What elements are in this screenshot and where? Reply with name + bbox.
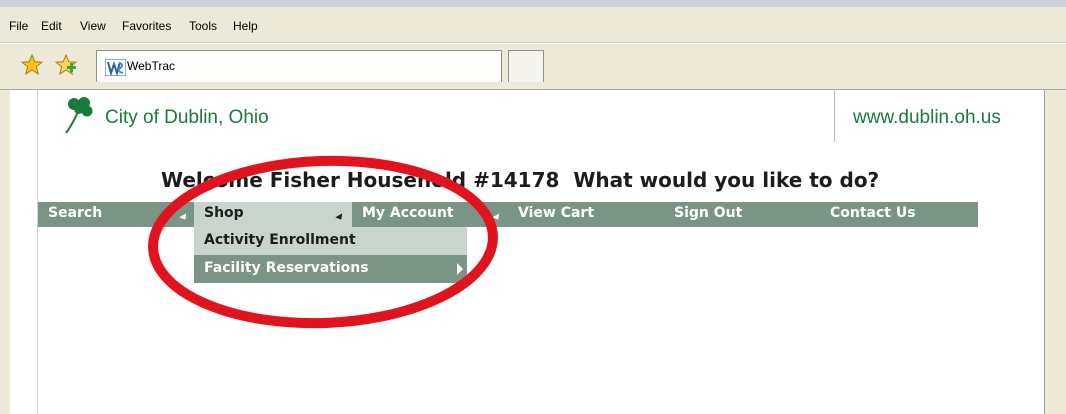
favorites-star-icon[interactable]: [21, 54, 43, 76]
menu-view[interactable]: View: [80, 19, 106, 33]
nav-sign-out-label: Sign Out: [674, 205, 743, 221]
browser-tab-webtrac[interactable]: WebTrac: [96, 50, 502, 82]
viewport-right-frame: [1044, 90, 1066, 414]
shamrock-logo-icon: [65, 97, 93, 134]
favorites-tab-bar: WebTrac: [0, 44, 1066, 90]
main-nav: Search Shop My Account View Cart Sign Ou…: [38, 202, 978, 227]
browser-menu-bar: File Edit View Favorites Tools Help: [0, 7, 1066, 43]
nav-search[interactable]: Search: [48, 202, 148, 227]
nav-my-account-arrow-icon: [492, 213, 502, 222]
city-name[interactable]: City of Dublin, Ohio: [105, 107, 269, 129]
tab-label: WebTrac: [127, 59, 176, 73]
nav-my-account-label: My Account: [362, 205, 454, 221]
webtrac-logo-icon: [105, 59, 126, 76]
dropdown-item-label: Activity Enrollment: [204, 232, 356, 248]
city-website-link[interactable]: www.dublin.oh.us: [853, 107, 1001, 129]
dropdown-item-activity-enrollment[interactable]: Activity Enrollment: [194, 227, 467, 255]
nav-search-label: Search: [48, 205, 103, 221]
nav-sign-out[interactable]: Sign Out: [674, 202, 784, 227]
menu-file[interactable]: File: [9, 19, 28, 33]
menu-help[interactable]: Help: [233, 19, 258, 33]
nav-view-cart[interactable]: View Cart: [518, 202, 628, 227]
nav-view-cart-label: View Cart: [518, 205, 595, 221]
shop-dropdown-menu: Activity Enrollment Facility Reservation…: [194, 227, 467, 283]
menu-favorites[interactable]: Favorites: [122, 19, 171, 33]
nav-search-arrow-icon: [179, 213, 189, 222]
content-left-border: [37, 90, 38, 414]
menu-tools[interactable]: Tools: [189, 19, 217, 33]
welcome-message: Welcome Fisher Household #14178 What wou…: [161, 168, 880, 192]
nav-contact-us[interactable]: Contact Us: [830, 202, 950, 227]
window-title-strip: [0, 0, 1066, 7]
dropdown-item-label: Facility Reservations: [204, 260, 369, 276]
viewport-left-frame: [0, 90, 10, 414]
nav-contact-us-label: Contact Us: [830, 205, 916, 221]
new-tab-button[interactable]: [508, 50, 544, 82]
menu-edit[interactable]: Edit: [41, 19, 62, 33]
page-viewport: [10, 90, 1044, 414]
header-divider: [834, 90, 835, 142]
nav-shop-label: Shop: [204, 205, 244, 221]
submenu-arrow-icon: [457, 263, 463, 275]
nav-shop[interactable]: Shop: [194, 202, 352, 227]
add-favorite-icon[interactable]: [55, 54, 77, 76]
dropdown-item-facility-reservations[interactable]: Facility Reservations: [194, 255, 467, 283]
nav-my-account[interactable]: My Account: [362, 202, 492, 227]
